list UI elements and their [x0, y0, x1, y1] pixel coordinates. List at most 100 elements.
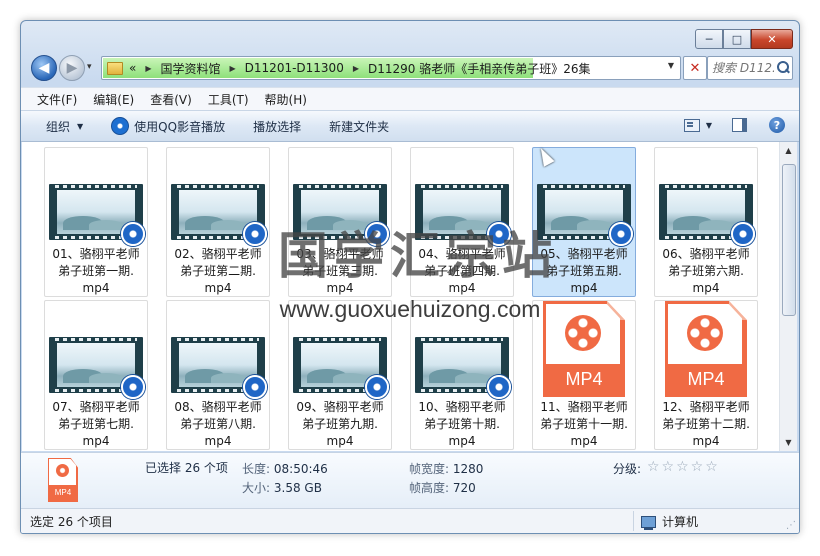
size-field: 大小: 3.58 GB	[242, 479, 322, 496]
minimize-button[interactable]: ─	[695, 29, 723, 49]
maximize-button[interactable]: □	[723, 29, 751, 49]
status-divider	[633, 511, 634, 531]
file-name-line: 06、骆栩平老师	[662, 247, 750, 261]
file-name-line: mp4	[448, 434, 476, 448]
qq-player-badge-icon	[121, 222, 145, 246]
play-selection-button[interactable]: 播放选择	[253, 118, 301, 135]
mp4-file-icon: MP4	[665, 301, 747, 397]
address-dropdown-icon[interactable]: ▼	[668, 61, 674, 70]
file-name-line: 12、骆栩平老师	[662, 400, 750, 414]
file-name-line: 弟子班第二期.	[180, 264, 256, 278]
stop-refresh-button[interactable]: ✕	[683, 56, 707, 80]
search-input[interactable]	[712, 61, 774, 75]
status-bar: 选定 26 个项目 计算机 ⋰	[21, 508, 799, 533]
address-bar[interactable]: « ▶ 国学资料馆 ▶ D11201-D11300 ▶ D11290 骆老师《手…	[101, 56, 681, 80]
file-item[interactable]: 06、骆栩平老师 弟子班第六期. mp4	[654, 147, 758, 297]
back-button[interactable]: ◀	[31, 55, 57, 81]
file-name: 08、骆栩平老师 弟子班第八期. mp4	[169, 399, 267, 450]
scroll-up-icon[interactable]: ▲	[780, 142, 797, 159]
details-pane: MP4 已选择 26 个项 长度: 08:50:46 大小: 3.58 GB 帧…	[21, 452, 799, 509]
view-options-chevron-down-icon[interactable]: ▼	[706, 121, 712, 130]
computer-icon	[641, 515, 656, 530]
file-name-line: 弟子班第十期.	[424, 417, 500, 431]
menu-edit[interactable]: 编辑(E)	[93, 91, 134, 108]
qq-player-badge-icon	[365, 375, 389, 399]
new-folder-button[interactable]: 新建文件夹	[329, 118, 389, 135]
file-name-line: mp4	[692, 281, 720, 295]
size-label: 大小:	[242, 481, 271, 495]
file-name-line: 08、骆栩平老师	[174, 400, 262, 414]
breadcrumb-item[interactable]: D11201-D11300	[245, 61, 344, 75]
search-box[interactable]	[707, 56, 793, 80]
preview-pane-icon[interactable]	[732, 118, 747, 132]
scrollbar-thumb[interactable]	[782, 164, 796, 316]
frame-width-field: 帧宽度: 1280	[409, 460, 483, 477]
file-name: 01、骆栩平老师 弟子班第一期. mp4	[47, 246, 145, 297]
file-name-line: mp4	[204, 281, 232, 295]
rating-stars[interactable]: ☆☆☆☆☆	[647, 459, 720, 475]
change-view-icon[interactable]	[683, 118, 700, 132]
length-value: 08:50:46	[273, 462, 328, 476]
status-location: 计算机	[641, 513, 698, 530]
file-name-line: 弟子班第七期.	[58, 417, 134, 431]
file-name-line: 07、骆栩平老师	[52, 400, 140, 414]
folder-icon	[107, 61, 123, 75]
mp4-file-icon: MP4	[48, 458, 78, 502]
file-name-line: mp4	[326, 434, 354, 448]
breadcrumb-item[interactable]: 国学资料馆	[161, 60, 221, 77]
file-name-line: 弟子班第十一期.	[540, 417, 628, 431]
toolbar-right: ▼ ?	[683, 117, 785, 133]
breadcrumb-overflow[interactable]: «	[129, 61, 136, 75]
breadcrumb-item[interactable]: D11290 骆老师《手相亲传弟子班》26集	[368, 60, 591, 77]
menu-view[interactable]: 查看(V)	[150, 91, 192, 108]
frame-width-label: 帧宽度:	[409, 462, 450, 476]
command-toolbar: 组织 ▼ 使用QQ影音播放 播放选择 新建文件夹 ▼ ?	[21, 110, 799, 142]
watermark-chinese: 国学汇宗站	[278, 227, 558, 285]
qq-player-icon	[111, 117, 130, 135]
resize-grip-icon[interactable]: ⋰	[786, 520, 796, 531]
file-name-line: 02、骆栩平老师	[174, 247, 262, 261]
menu-file[interactable]: 文件(F)	[37, 91, 77, 108]
file-name-line: mp4	[204, 434, 232, 448]
file-name-line: mp4	[82, 434, 110, 448]
length-label: 长度:	[242, 462, 271, 476]
frame-height-value: 720	[452, 481, 476, 495]
breadcrumb-separator-icon[interactable]: ▶	[145, 64, 151, 73]
qq-player-badge-icon	[121, 375, 145, 399]
caption-buttons: ─ □ ✕	[695, 29, 793, 49]
file-item[interactable]: MP4 12、骆栩平老师 弟子班第十二期. mp4	[654, 300, 758, 450]
size-value: 3.58 GB	[273, 481, 322, 495]
breadcrumb-separator-icon[interactable]: ▶	[230, 64, 236, 73]
breadcrumb-separator-icon[interactable]: ▶	[353, 64, 359, 73]
file-item[interactable]: 01、骆栩平老师 弟子班第一期. mp4	[44, 147, 148, 297]
vertical-scrollbar[interactable]: ▲ ▼	[779, 142, 797, 451]
forward-button[interactable]: ▶	[59, 55, 85, 81]
file-name: 07、骆栩平老师 弟子班第七期. mp4	[47, 399, 145, 450]
mp4-icon-label: MP4	[687, 369, 725, 389]
help-icon[interactable]: ?	[769, 117, 785, 133]
search-icon[interactable]	[776, 61, 790, 75]
frame-height-label: 帧高度:	[409, 481, 450, 495]
file-name-line: 弟子班第六期.	[668, 264, 744, 278]
qq-player-badge-icon	[487, 375, 511, 399]
scroll-down-icon[interactable]: ▼	[780, 434, 797, 451]
organize-button[interactable]: 组织 ▼	[46, 118, 83, 135]
length-field: 长度: 08:50:46	[242, 460, 328, 477]
file-name: 06、骆栩平老师 弟子班第六期. mp4	[657, 246, 755, 297]
recent-pages-chevron-icon[interactable]: ▾	[87, 62, 92, 72]
file-name-line: 弟子班第一期.	[58, 264, 134, 278]
breadcrumb: « ▶ 国学资料馆 ▶ D11201-D11300 ▶ D11290 骆老师《手…	[102, 57, 591, 79]
file-name: 12、骆栩平老师 弟子班第十二期. mp4	[657, 399, 755, 450]
organize-label: 组织	[46, 119, 71, 134]
file-item[interactable]: 02、骆栩平老师 弟子班第二期. mp4	[166, 147, 270, 297]
close-button[interactable]: ✕	[751, 29, 793, 49]
qq-player-badge-icon	[609, 222, 633, 246]
file-name-line: 10、骆栩平老师	[418, 400, 506, 414]
navigation-bar: ◀ ▶ ▾ « ▶ 国学资料馆 ▶ D11201-D11300 ▶ D11290…	[29, 54, 793, 82]
file-name-line: mp4	[692, 434, 720, 448]
menu-help[interactable]: 帮助(H)	[265, 91, 307, 108]
file-item[interactable]: 07、骆栩平老师 弟子班第七期. mp4	[44, 300, 148, 450]
rating-label: 分级:	[613, 462, 642, 476]
qq-play-button[interactable]: 使用QQ影音播放	[111, 117, 225, 135]
menu-tools[interactable]: 工具(T)	[208, 91, 249, 108]
